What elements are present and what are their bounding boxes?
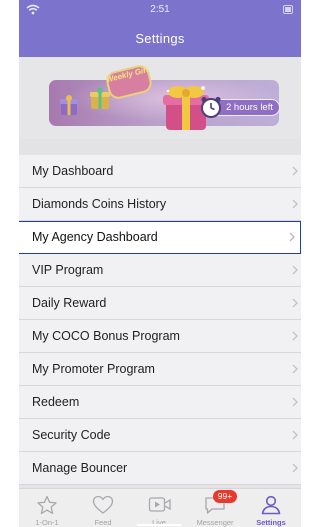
chevron-right-icon: [292, 397, 298, 407]
tab-label: Messenger: [196, 518, 234, 527]
person-icon: [261, 495, 281, 515]
heart-icon: [92, 495, 114, 514]
menu-item-label: My Agency Dashboard: [32, 230, 158, 244]
menu-item-security-code[interactable]: Security Code: [19, 419, 301, 452]
status-time: 2:51: [150, 4, 170, 15]
right-margin: [301, 0, 303, 527]
menu-item-label: Diamonds Coins History: [32, 197, 167, 211]
menu-item-redeem[interactable]: Redeem: [19, 386, 301, 419]
menu-item-coco-bonus-program[interactable]: My COCO Bonus Program: [19, 320, 301, 353]
unread-badge: 99+: [213, 490, 237, 503]
tab-live[interactable]: Live: [131, 489, 187, 527]
section-divider: [19, 139, 301, 155]
banner-area: Weekly Gift 2 hours left: [19, 57, 301, 139]
video-icon: [148, 497, 171, 512]
menu-item-label: My Dashboard: [32, 164, 114, 178]
chevron-right-icon: [292, 298, 298, 308]
tab-label: Feed: [94, 518, 112, 527]
menu-item-label: My COCO Bonus Program: [32, 329, 180, 343]
chevron-right-icon: [292, 430, 298, 440]
menu-item-my-agency-dashboard[interactable]: My Agency Dashboard: [19, 221, 301, 254]
small-gift-icon: [60, 95, 78, 115]
tab-settings[interactable]: Settings: [243, 489, 299, 527]
tab-feed[interactable]: Feed: [75, 489, 131, 527]
left-margin: [0, 0, 19, 527]
star-icon: [37, 495, 57, 515]
menu-item-label: Manage Bouncer: [32, 461, 128, 475]
tab-label: Settings: [256, 518, 286, 527]
menu-item-my-dashboard[interactable]: My Dashboard: [19, 155, 301, 188]
menu-item-label: Daily Reward: [32, 296, 107, 310]
menu-item-label: Redeem: [32, 395, 80, 409]
chevron-right-icon: [292, 166, 298, 176]
status-bar: 2:51: [19, 0, 301, 20]
chevron-right-icon: [292, 199, 298, 209]
phone-screen: 2:51 Settings Weekly Gift 2 hours left M…: [19, 0, 301, 527]
menu-item-manage-bouncer[interactable]: Manage Bouncer: [19, 452, 301, 485]
tab-indicator: [137, 524, 181, 526]
page-title: Settings: [135, 31, 185, 46]
tab-1-on-1[interactable]: 1-On-1: [19, 489, 75, 527]
alarm-clock-icon: [201, 96, 221, 118]
tab-messenger[interactable]: 99+ Messenger: [187, 489, 243, 527]
battery-icon: [283, 5, 293, 14]
menu-item-diamonds-coins-history[interactable]: Diamonds Coins History: [19, 188, 301, 221]
chevron-right-icon: [289, 232, 295, 242]
bottom-tab-bar: 1-On-1 Feed Live 99+ Messenger Settings: [19, 488, 301, 527]
header-bar: 2:51 Settings: [19, 0, 301, 57]
menu-item-label: Security Code: [32, 428, 111, 442]
page: 2:51 Settings Weekly Gift 2 hours left M…: [0, 0, 303, 527]
menu-item-label: VIP Program: [32, 263, 104, 277]
chevron-right-icon: [292, 364, 298, 374]
menu-item-label: My Promoter Program: [32, 362, 155, 376]
menu-item-daily-reward[interactable]: Daily Reward: [19, 287, 301, 320]
menu-item-vip-program[interactable]: VIP Program: [19, 254, 301, 287]
weekly-gift-banner[interactable]: Weekly Gift 2 hours left: [49, 63, 280, 130]
chevron-right-icon: [292, 265, 298, 275]
menu-item-promoter-program[interactable]: My Promoter Program: [19, 353, 301, 386]
chevron-right-icon: [292, 463, 298, 473]
chevron-right-icon: [292, 331, 298, 341]
settings-menu: My Dashboard Diamonds Coins History My A…: [19, 155, 301, 485]
tab-label: 1-On-1: [35, 518, 59, 527]
